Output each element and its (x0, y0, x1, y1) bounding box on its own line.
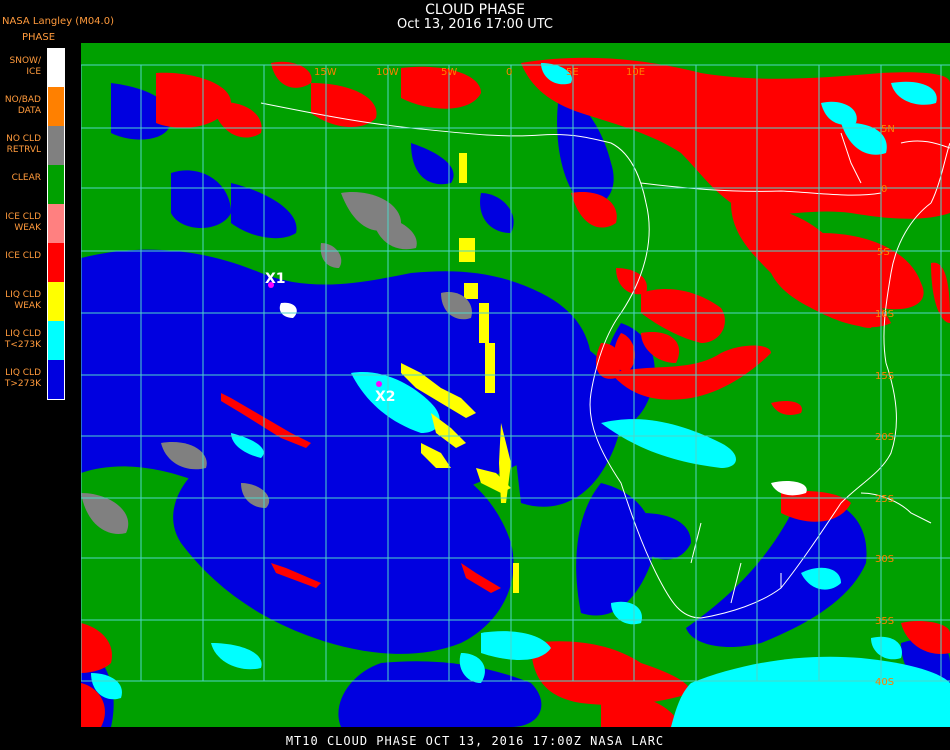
legend-swatch (47, 321, 65, 360)
legend-swatch (47, 282, 65, 321)
legend-swatch (47, 87, 65, 126)
legend-item-liq-cld-cold: LIQ CLD T<273K (0, 321, 66, 360)
lat-label-5n: 5N (881, 124, 895, 135)
marker-x2-label: X2 (375, 389, 396, 405)
lon-label-10e: 10E (626, 67, 645, 78)
legend-label: SNOW/ ICE (9, 56, 41, 77)
legend-item-no-bad-data: NO/BAD DATA (0, 87, 66, 126)
legend-item-liq-cld-warm: LIQ CLD T>273K (0, 360, 66, 399)
lon-label-5e: 5E (566, 67, 579, 78)
legend-label: LIQ CLD T>273K (4, 368, 41, 389)
legend-label: ICE CLD (5, 251, 41, 261)
legend-item-liq-cld-weak: LIQ CLD WEAK (0, 282, 66, 321)
marker-x2-dot (376, 381, 382, 387)
legend-swatch (47, 204, 65, 243)
lat-label-40s: 40S (875, 677, 894, 688)
cloud-phase-map: 5N 0 5S 10S 15S 20S 25S 30S 35S 40S 15W … (81, 43, 950, 727)
marker-x1-label: X1 (265, 271, 286, 287)
legend-swatch (47, 48, 65, 87)
legend-label: LIQ CLD WEAK (5, 290, 41, 311)
legend-label: ICE CLD WEAK (5, 212, 41, 233)
lon-label-5w: 5W (441, 67, 457, 78)
chart-datetime: Oct 13, 2016 17:00 UTC (397, 17, 553, 32)
lon-label-10w: 10W (376, 67, 399, 78)
chart-title: CLOUD PHASE (425, 2, 525, 18)
legend-swatch (47, 243, 65, 282)
lon-label-15w: 15W (314, 67, 337, 78)
legend-item-ice-cld-weak: ICE CLD WEAK (0, 204, 66, 243)
lat-label-35s: 35S (875, 616, 894, 627)
legend-item-no-cld-retrvl: NO CLD RETRVL (0, 126, 66, 165)
legend-item-clear: CLEAR (0, 165, 66, 204)
lat-label-5s: 5S (877, 247, 890, 258)
legend: SNOW/ ICE NO/BAD DATA NO CLD RETRVL CLEA… (0, 48, 66, 400)
lon-label-0: 0 (506, 67, 512, 78)
legend-swatch (47, 126, 65, 165)
legend-title: PHASE (22, 32, 56, 43)
legend-label: CLEAR (11, 173, 41, 183)
lat-label-30s: 30S (875, 554, 894, 565)
legend-swatch (47, 360, 65, 399)
legend-label: NO/BAD DATA (4, 95, 41, 116)
legend-item-ice-cld: ICE CLD (0, 243, 66, 282)
lat-label-10s: 10S (875, 309, 894, 320)
source-label: NASA Langley (M04.0) (2, 16, 114, 27)
lat-label-25s: 25S (875, 494, 894, 505)
lat-label-20s: 20S (875, 432, 894, 443)
lat-label-0: 0 (881, 184, 887, 195)
legend-label: NO CLD RETRVL (6, 134, 41, 155)
legend-item-snow-ice: SNOW/ ICE (0, 48, 66, 87)
legend-label: LIQ CLD T<273K (4, 329, 41, 350)
lat-label-15s: 15S (875, 371, 894, 382)
legend-swatch (47, 165, 65, 204)
footer-caption: MT10 CLOUD PHASE OCT 13, 2016 17:00Z NAS… (285, 734, 665, 748)
